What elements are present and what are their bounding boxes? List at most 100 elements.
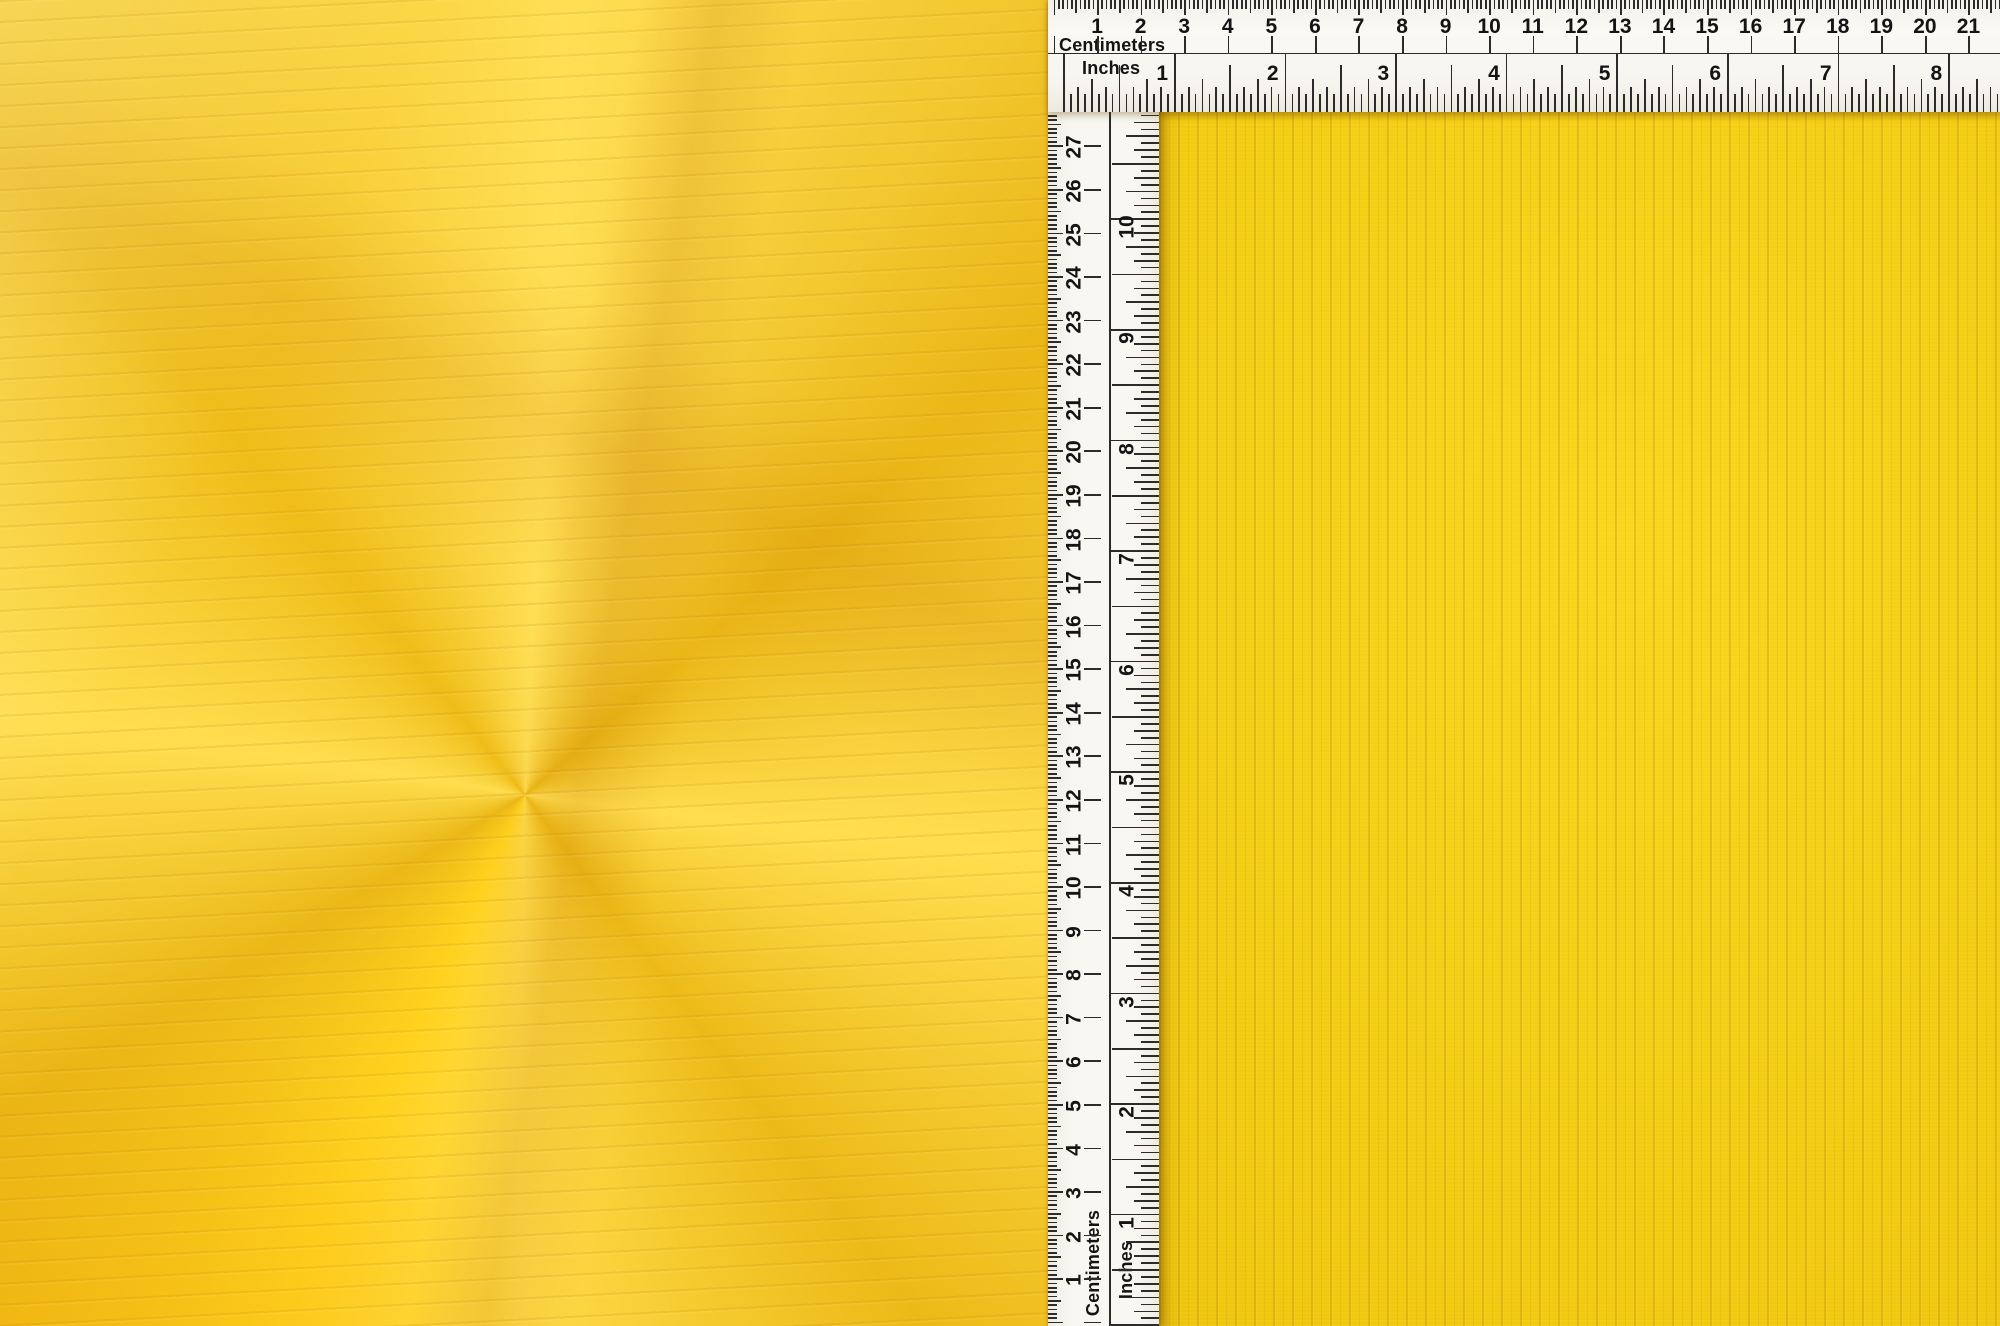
ruler-tick: [1415, 0, 1417, 9]
ruler-tick: [1537, 0, 1539, 9]
ruler-tick: [1134, 951, 1159, 953]
ruler-tick: [1347, 94, 1349, 112]
ruler-tick: [1423, 79, 1425, 112]
ruler-tick: [1547, 87, 1549, 112]
ruler-tick: [1048, 1243, 1057, 1245]
ruler-tick: [1141, 543, 1159, 545]
ruler-tick: [1114, 0, 1116, 9]
ruler-tick: [1141, 820, 1159, 822]
ruler-tick: [1995, 0, 1997, 9]
ruler-tick: [1241, 0, 1243, 9]
ruler-tick: [1141, 612, 1159, 614]
vertical-cm-number: 13: [1064, 746, 1085, 769]
ruler-tick: [1141, 917, 1159, 919]
ruler-tick: [1345, 0, 1347, 9]
ruler-tick: [1141, 958, 1159, 960]
ruler-tick: [1886, 94, 1888, 112]
ruler-tick: [1141, 156, 1159, 158]
ruler-tick: [1126, 1076, 1159, 1078]
ruler-tick: [1084, 886, 1101, 888]
ruler-tick: [1048, 158, 1057, 160]
ruler-tick: [1842, 0, 1844, 9]
ruler-tick: [1293, 0, 1295, 13]
ruler-tick: [1126, 357, 1159, 359]
horizontal-cm-number: 3: [1178, 16, 1190, 37]
ruler-tick: [1070, 94, 1072, 112]
ruler-tick: [1713, 87, 1715, 112]
ruler-tick: [1941, 94, 1943, 112]
vertical-centimeters-label: Centimeters: [1084, 1210, 1102, 1316]
ruler-tick: [1048, 564, 1057, 566]
ruler-tick: [1093, 0, 1095, 9]
ruler-tick: [1141, 239, 1159, 241]
ruler-tick: [1141, 806, 1159, 808]
ruler-tick: [1524, 0, 1526, 9]
ruler-tick: [1679, 94, 1681, 112]
ruler-tick: [1048, 799, 1063, 801]
ruler-tick: [1333, 94, 1335, 112]
ruler-tick: [1048, 524, 1057, 526]
ruler-tick: [1533, 36, 1535, 53]
ruler-tick: [1134, 205, 1159, 207]
ruler-tick: [1141, 972, 1159, 974]
ruler-tick: [1964, 0, 1966, 9]
ruler-tick: [1297, 0, 1299, 9]
ruler-tick: [1376, 0, 1378, 9]
vertical-inch-number: 5: [1117, 775, 1138, 787]
ruler-tick: [1048, 555, 1057, 557]
ruler-tick: [1141, 1152, 1159, 1154]
ruler-tick: [1048, 350, 1057, 352]
ruler-tick: [1174, 54, 1176, 112]
ruler-tick: [1881, 36, 1883, 53]
ruler-tick: [1048, 925, 1057, 927]
ruler-tick: [1126, 1186, 1159, 1188]
ruler-tick: [1611, 0, 1613, 9]
ruler-tick: [1048, 829, 1057, 831]
ruler-tick: [1146, 79, 1148, 112]
ruler-tick: [1141, 557, 1159, 559]
ruler-tick: [1816, 0, 1818, 13]
ruler-tick: [1337, 0, 1339, 13]
ruler-tick: [1048, 1161, 1057, 1163]
ruler-tick: [1126, 854, 1159, 856]
ruler-tick: [1184, 36, 1186, 53]
ruler-tick: [1598, 0, 1600, 13]
ruler-tick: [1298, 87, 1300, 112]
ruler-tick: [1112, 384, 1159, 386]
ruler-tick: [1048, 233, 1063, 235]
ruler-tick: [1126, 578, 1159, 580]
ruler-tick: [1048, 1073, 1057, 1075]
vertical-inch-number: 3: [1117, 996, 1138, 1008]
ruler-tick: [1048, 472, 1061, 474]
ruler-tick: [1707, 36, 1709, 53]
ruler-tick: [1048, 250, 1057, 252]
ruler-tick: [1048, 847, 1057, 849]
horizontal-cm-number: 10: [1478, 16, 1501, 37]
ruler-tick: [1048, 1187, 1057, 1189]
horizontal-inch-number: 4: [1488, 63, 1500, 84]
ruler-tick: [1048, 768, 1057, 770]
ruler-tick: [1048, 1126, 1061, 1128]
ruler-tick: [1048, 481, 1057, 483]
ruler-tick: [1559, 0, 1561, 9]
ruler-tick: [1358, 0, 1360, 15]
ruler-tick: [1838, 54, 1840, 112]
ruler-tick: [1886, 0, 1888, 9]
ruler-tick: [1134, 868, 1159, 870]
ruler-tick: [1354, 87, 1356, 112]
ruler-tick: [1141, 834, 1159, 836]
ruler-tick: [1381, 87, 1383, 112]
ruler-tick: [1141, 488, 1159, 490]
ruler-tick: [1189, 0, 1191, 9]
ruler-tick: [1048, 263, 1057, 265]
ruler-tick: [1048, 803, 1057, 805]
ruler-tick: [1048, 860, 1057, 862]
ruler-tick: [1141, 474, 1159, 476]
ruler-tick: [1969, 94, 1971, 112]
ruler-tick: [1229, 65, 1231, 112]
ruler-tick: [1729, 0, 1731, 13]
ruler-tick: [1665, 94, 1667, 112]
ruler-tick: [1306, 0, 1308, 9]
ruler-tick: [1048, 843, 1063, 845]
ruler-tick: [1609, 94, 1611, 112]
